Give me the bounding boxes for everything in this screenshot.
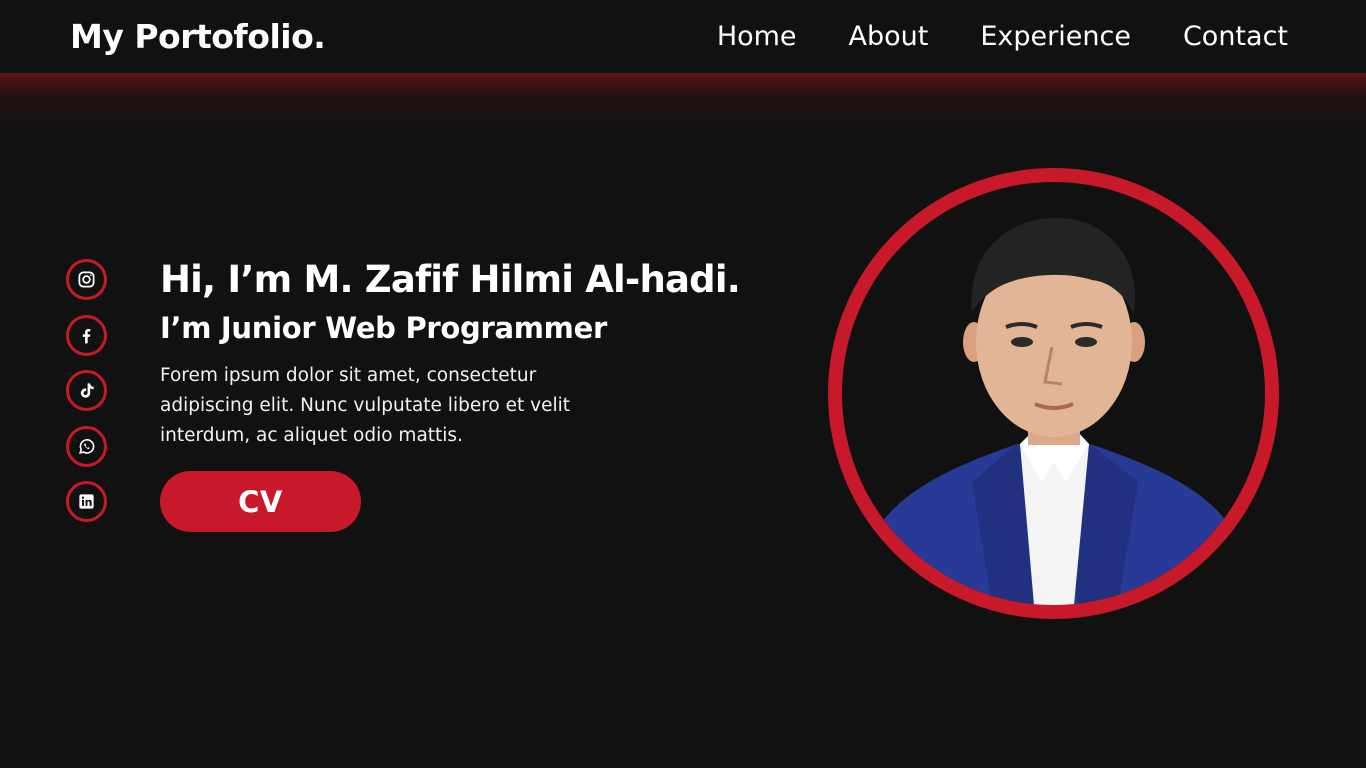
- hero-headline: Hi, I’m M. Zafif Hilmi Al-hadi.: [160, 258, 741, 301]
- facebook-link[interactable]: [66, 314, 107, 356]
- linkedin-link[interactable]: [66, 481, 107, 522]
- instagram-icon: [78, 271, 95, 288]
- linkedin-icon: [79, 494, 94, 509]
- hero-subheadline: I’m Junior Web Programmer: [160, 311, 607, 345]
- nav-experience-link[interactable]: Experience: [980, 21, 1131, 52]
- tiktok-icon: [80, 383, 94, 398]
- hero-description: Forem ipsum dolor sit amet, consectetur …: [160, 365, 570, 446]
- whatsapp-link[interactable]: [66, 425, 107, 467]
- header-glow: [0, 73, 1366, 133]
- cv-button[interactable]: CV: [160, 471, 361, 532]
- hero-section: Hi, I’m M. Zafif Hilmi Al-hadi. I’m Juni…: [160, 254, 800, 532]
- profile-portrait: [842, 217, 1265, 605]
- nav-about-link[interactable]: About: [849, 21, 929, 52]
- nav-contact-link[interactable]: Contact: [1183, 21, 1288, 52]
- whatsapp-icon: [79, 438, 95, 454]
- instagram-link[interactable]: [66, 259, 107, 300]
- navbar: My Portofolio. Home About Experience Con…: [0, 0, 1366, 73]
- nav-home-link[interactable]: Home: [717, 21, 797, 52]
- main-nav: Home About Experience Contact: [717, 21, 1288, 52]
- tiktok-link[interactable]: [66, 370, 107, 411]
- social-links: [66, 259, 107, 537]
- site-brand[interactable]: My Portofolio.: [70, 17, 326, 56]
- facebook-icon: [82, 328, 91, 343]
- profile-photo: [828, 168, 1279, 619]
